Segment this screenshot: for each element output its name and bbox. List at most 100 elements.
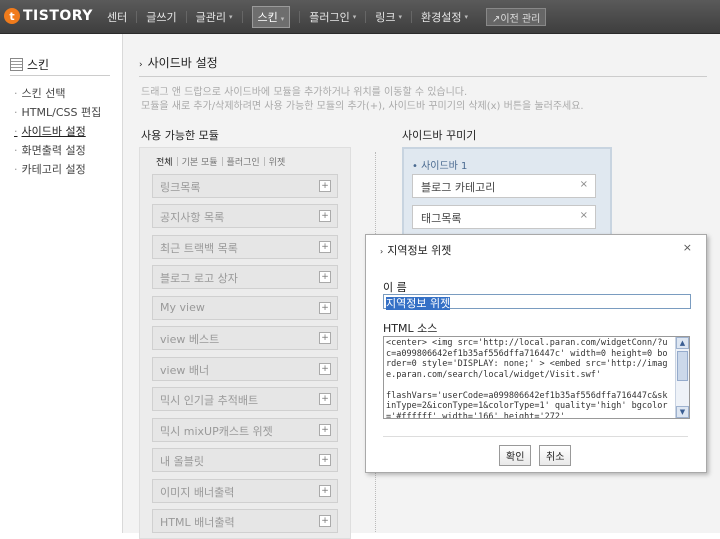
sidebar-title: 스킨 [10,56,49,73]
module-item[interactable]: 최근 트랙백 목록 + [152,235,338,259]
module-label: 이미지 배너출력 [160,486,235,499]
module-label: 믹시 인기글 추적배트 [160,394,259,407]
chevron-down-icon: ▾ [352,12,357,21]
confirm-button[interactable]: 확인 [499,445,532,466]
sidebar-module-label: 블로그 카테고리 [421,181,496,194]
dialog-title-text: 지역정보 위젯 [387,244,452,257]
description: 드래그 앤 드랍으로 사이드바에 모듈을 추가하거나 위치를 이동할 수 있습니… [141,86,584,114]
sidebar-item-sidebar-settings[interactable]: 사이드바 설정 [14,122,101,141]
module-item[interactable]: 이미지 배너출력 + [152,479,338,503]
left-sidebar: 스킨 스킨 선택 HTML/CSS 편집 사이드바 설정 화면출력 설정 카테고… [0,34,123,533]
scroll-down-icon[interactable]: ▼ [676,406,689,418]
add-module-button[interactable]: + [319,241,331,253]
module-item[interactable]: view 베스트 + [152,326,338,350]
module-label: 링크목록 [160,181,201,194]
module-item[interactable]: 블로그 로고 상자 + [152,265,338,289]
logo-text: TISTORY [23,8,93,24]
sidebar-item-skin-select[interactable]: 스킨 선택 [14,84,101,103]
remove-module-button[interactable]: × [580,210,588,221]
old-admin-button[interactable]: ↗이전 관리 [486,8,547,26]
sidebar-item-html-css-edit[interactable]: HTML/CSS 편집 [14,103,102,122]
module-label: view 배너 [160,364,210,377]
add-module-button[interactable]: + [319,271,331,283]
module-label: 공지사항 목록 [160,211,225,224]
module-label: My view [160,301,205,314]
description-line-1: 드래그 앤 드랍으로 사이드바에 모듈을 추가하거나 위치를 이동할 수 있습니… [141,87,468,98]
sidebar-module[interactable]: 블로그 카테고리 × [412,174,596,198]
add-module-button[interactable]: + [319,332,331,344]
scroll-up-icon[interactable]: ▲ [676,337,689,349]
available-modules-title: 사용 가능한 모듈 [141,129,219,142]
name-input-value: 지역정보 위젯 [386,297,451,310]
module-item[interactable]: view 배너 + [152,357,338,381]
module-item[interactable]: 내 올블릿 + [152,448,338,472]
module-item[interactable]: 공지사항 목록 + [152,204,338,228]
cancel-button[interactable]: 취소 [539,445,572,466]
nav-write[interactable]: 글쓰기 [137,0,185,33]
module-item[interactable]: 믹시 인기글 추적배트 + [152,387,338,411]
close-icon[interactable]: × [683,241,692,254]
scroll-thumb[interactable] [677,351,688,381]
nav-label: 글관리 [195,10,226,24]
filter-basic[interactable]: 기본 모듈 [178,155,222,168]
add-module-button[interactable]: + [319,424,331,436]
name-input[interactable]: 지역정보 위젯 [383,294,691,310]
sidebar-group-text: 사이드바 1 [421,161,468,172]
add-module-button[interactable]: + [319,180,331,192]
sidebar-module-label: 태그목록 [421,212,462,225]
sidebar-item-category-settings[interactable]: 카테고리 설정 [14,160,101,179]
dialog-title: › 지역정보 위젯 [380,242,451,258]
filter-plugin[interactable]: 플러그인 [223,155,264,168]
filter-all[interactable]: 전체 [152,155,177,168]
tistory-logo-icon: t [4,8,20,24]
nav-center[interactable]: 센터 [98,0,136,33]
add-module-button[interactable]: + [319,210,331,222]
chevron-down-icon: ▾ [398,12,403,21]
dialog-header: › 지역정보 위젯 × [366,235,706,261]
nav-label: 센터 [107,10,128,24]
html-source-text: <center> <img src='http://local.paran.co… [386,338,668,419]
tistory-logo[interactable]: t TISTORY [4,6,93,26]
module-item[interactable]: 믹시 mixUP캐스트 위젯 + [152,418,338,442]
title-divider [139,76,707,77]
page-title-text: 사이드바 설정 [147,56,218,70]
filter-widget[interactable]: 위젯 [265,155,290,168]
add-module-button[interactable]: + [319,363,331,375]
module-label: view 베스트 [160,333,220,346]
add-module-button[interactable]: + [319,393,331,405]
page-title: › 사이드바 설정 [139,54,218,71]
nav-skin[interactable]: 스킨 ▾ [243,0,300,33]
module-item[interactable]: My view + [152,296,338,320]
module-label: 블로그 로고 상자 [160,272,238,285]
add-module-button[interactable]: + [319,515,331,527]
nav-post-manage[interactable]: 글관리 ▾ [187,0,242,33]
sidebar-decorate-title: 사이드바 꾸미기 [402,129,477,142]
name-label: 이 름 [383,281,407,294]
sidebar-divider [10,75,110,76]
chevron-right-icon: › [139,60,143,70]
html-source-textarea[interactable]: <center> <img src='http://local.paran.co… [383,336,690,419]
widget-edit-dialog: › 지역정보 위젯 × 이 름 지역정보 위젯 HTML 소스 <center> … [365,234,707,473]
chevron-down-icon: ▾ [229,12,233,21]
available-modules-panel: 전체 기본 모듈 플러그인 위젯 링크목록 + 공지사항 목록 + 최근 트랙백 목… [139,147,351,539]
sidebar-item-display-settings[interactable]: 화면출력 설정 [14,141,101,160]
nav-skin-box: 스킨 ▾ [251,5,291,28]
nav-label: 링크 [375,10,396,24]
sidebar-module[interactable]: 태그목록 × [412,205,596,229]
module-filter-tabs: 전체 기본 모듈 플러그인 위젯 [152,155,289,168]
remove-module-button[interactable]: × [580,179,588,190]
add-module-button[interactable]: + [319,485,331,497]
sidebar-menu: 스킨 선택 HTML/CSS 편집 사이드바 설정 화면출력 설정 카테고리 설… [14,84,102,179]
nav-settings[interactable]: 환경설정 ▾ [412,0,477,33]
module-item[interactable]: 링크목록 + [152,174,338,198]
textarea-scrollbar[interactable]: ▲ ▼ [675,337,689,418]
add-module-button[interactable]: + [319,454,331,466]
main-menu: 센터 글쓰기 글관리 ▾ 스킨 ▾ 플러그인 ▾ 링크 ▾ 환경설정 ▾ [98,0,477,33]
nav-link[interactable]: 링크 ▾ [366,0,411,33]
add-module-button[interactable]: + [319,302,331,314]
chevron-down-icon: ▾ [280,14,285,23]
module-label: 내 올블릿 [160,455,204,468]
nav-plugin[interactable]: 플러그인 ▾ [300,0,365,33]
module-item[interactable]: HTML 배너출력 + [152,509,338,533]
sidebar-title-text: 스킨 [27,58,50,72]
